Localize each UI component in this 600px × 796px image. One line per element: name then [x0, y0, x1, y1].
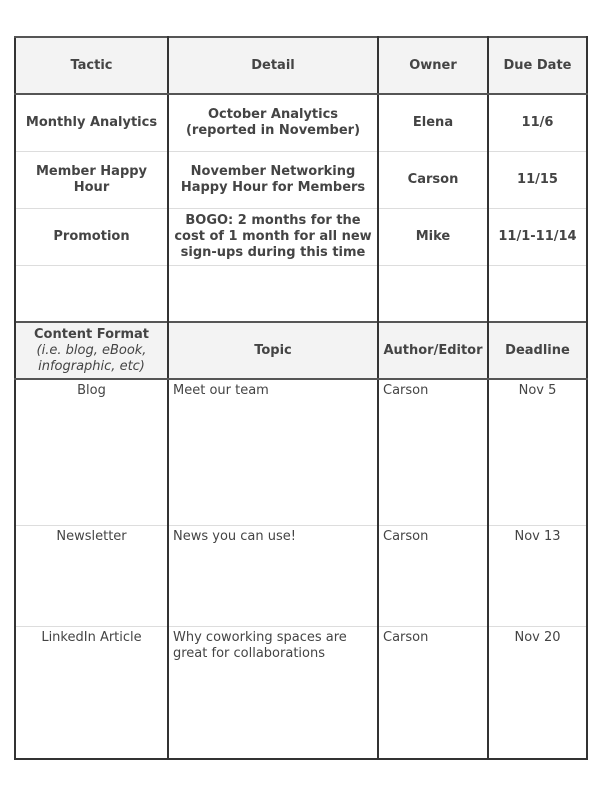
header-deadline: Deadline [487, 321, 588, 380]
header-content-format: Content Format (i.e. blog, eBook, infogra… [14, 321, 169, 380]
header-detail: Detail [167, 36, 379, 95]
cell: BOGO: 2 months for the cost of 1 month f… [167, 207, 379, 266]
cell: Nov 5 [487, 378, 588, 526]
cell: Nov 20 [487, 625, 588, 760]
table-row: Monthly Analytics October Analytics (repo… [14, 93, 588, 152]
table-row: Newsletter News you can use! Carson Nov 13 [14, 524, 588, 627]
cell: Blog [14, 378, 169, 526]
cell: 11/15 [487, 150, 588, 209]
cell [377, 264, 489, 323]
cell: Mike [377, 207, 489, 266]
cell: LinkedIn Article [14, 625, 169, 760]
cell: Monthly Analytics [14, 93, 169, 152]
header-owner: Owner [377, 36, 489, 95]
header-tactic: Tactic [14, 36, 169, 95]
table-header-row: Content Format (i.e. blog, eBook, infogra… [14, 321, 588, 380]
table-row: Member Happy Hour November Networking Hap… [14, 150, 588, 209]
header-author-editor: Author/Editor [377, 321, 489, 380]
cell [487, 264, 588, 323]
content-calendar-table: Tactic Detail Owner Due Date Monthly Ana… [14, 36, 588, 760]
cell: Why coworking spaces are great for colla… [167, 625, 379, 760]
cell: 11/1-11/14 [487, 207, 588, 266]
cell [14, 264, 169, 323]
cell: 11/6 [487, 93, 588, 152]
table-header-row: Tactic Detail Owner Due Date [14, 36, 588, 95]
cell: Carson [377, 378, 489, 526]
cell: Carson [377, 150, 489, 209]
cell: Promotion [14, 207, 169, 266]
table-row: LinkedIn Article Why coworking spaces are… [14, 625, 588, 760]
cell: Meet our team [167, 378, 379, 526]
cell: Carson [377, 524, 489, 627]
cell: Elena [377, 93, 489, 152]
table-row: Promotion BOGO: 2 months for the cost of … [14, 207, 588, 266]
cell: Nov 13 [487, 524, 588, 627]
header-topic: Topic [167, 321, 379, 380]
cell: November Networking Happy Hour for Membe… [167, 150, 379, 209]
cell: Carson [377, 625, 489, 760]
header-content-format-hint: (i.e. blog, eBook, infographic, etc) [36, 342, 147, 374]
cell: News you can use! [167, 524, 379, 627]
cell: Newsletter [14, 524, 169, 627]
cell: Member Happy Hour [14, 150, 169, 209]
header-due-date: Due Date [487, 36, 588, 95]
table-row-empty [14, 264, 588, 323]
table-row: Blog Meet our team Carson Nov 5 [14, 378, 588, 526]
cell [167, 264, 379, 323]
header-content-format-label: Content Format [34, 326, 149, 342]
cell: October Analytics (reported in November) [167, 93, 379, 152]
